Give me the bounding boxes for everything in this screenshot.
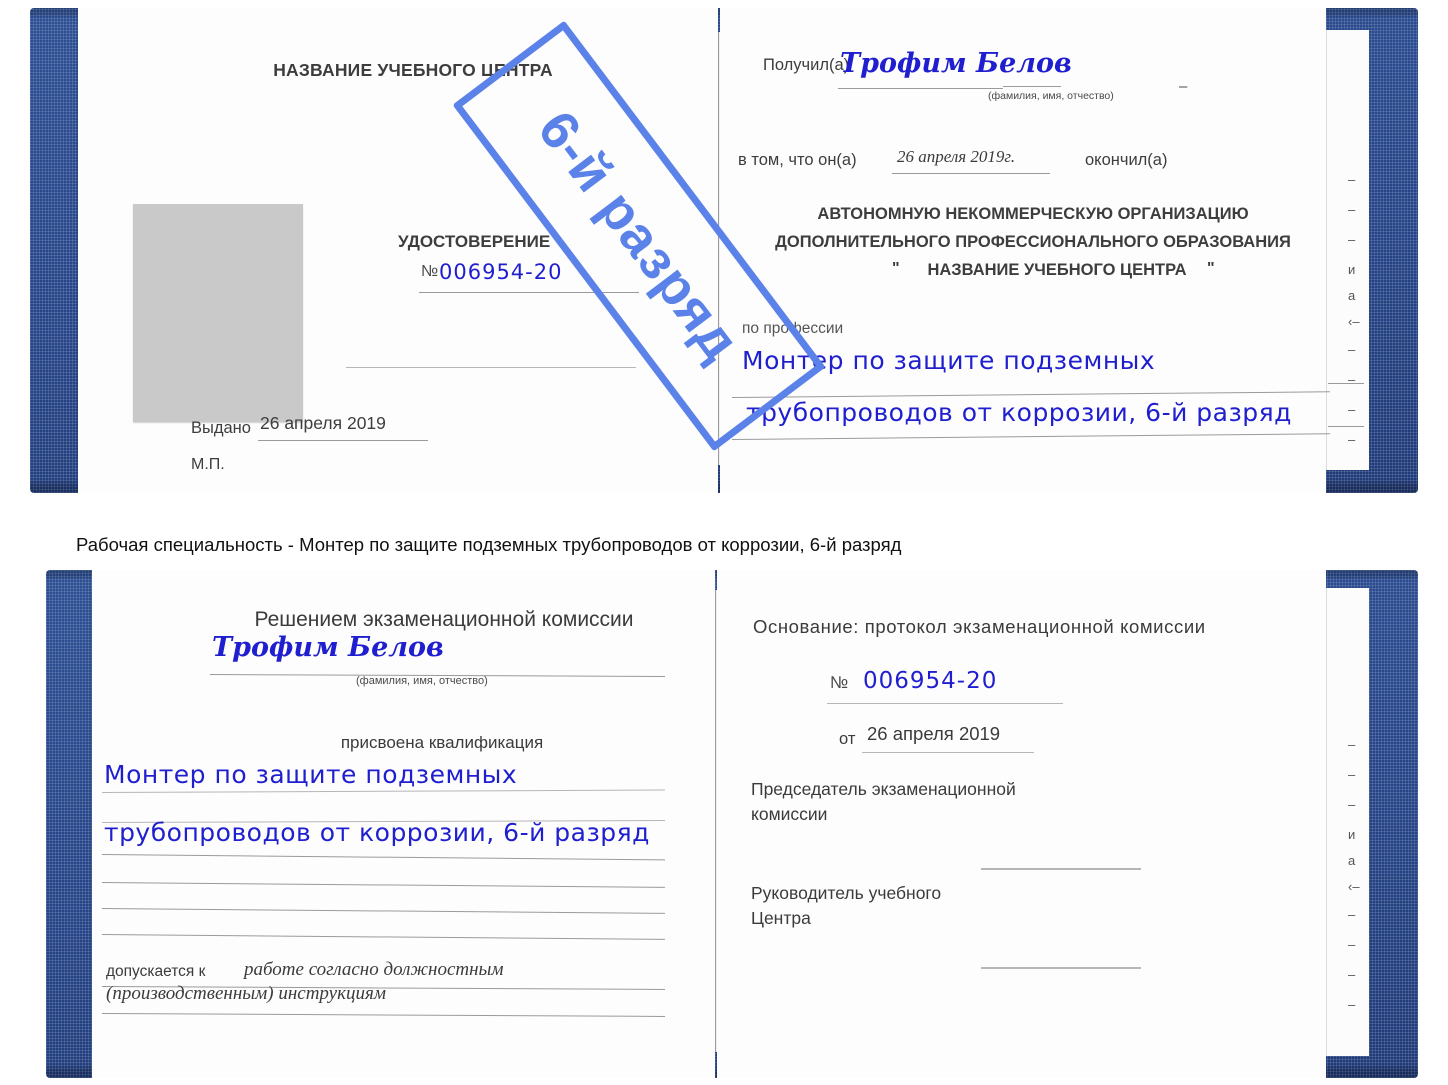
sliver-char: и (1348, 827, 1356, 842)
org-quote-open: " (892, 260, 900, 277)
sliver-rule (1328, 383, 1364, 384)
org-full-name-line-3: НАЗВАНИЕ УЧЕБНОГО ЦЕНТРА (927, 261, 1187, 279)
dash-mark: – (1179, 78, 1188, 95)
sliver-char: ‹– (1348, 314, 1360, 329)
completion-date-value: 26 апреля 2019г. (897, 147, 1016, 166)
that-he-label: в том, что он(а) (738, 151, 857, 169)
holder-name-value: Трофим Белов (212, 632, 444, 663)
sliver-char: – (1348, 937, 1356, 952)
admitted-value-line-1: работе согласно должностным (244, 959, 504, 980)
chairman-label-line-2: комиссии (751, 804, 828, 824)
admitted-rule-2 (101, 1013, 665, 1017)
sliver-char: – (1348, 737, 1356, 752)
document-type-label: УДОСТОВЕРЕНИЕ (398, 232, 551, 251)
protocol-number-symbol: № (830, 673, 849, 692)
basis-label: Основание: протокол экзаменационной коми… (753, 616, 1206, 637)
sliver-char: – (1348, 202, 1356, 217)
issued-underline (258, 440, 428, 441)
protocol-from-underline (862, 752, 1034, 753)
blank-line (346, 367, 636, 368)
fio-hint-inside: (фамилия, имя, отчество) (356, 675, 488, 687)
org-full-name-line-2: ДОПОЛНИТЕЛЬНОГО ПРОФЕССИОНАЛЬНОГО ОБРАЗО… (775, 233, 1291, 251)
protocol-number-value: 006954-20 (863, 668, 998, 694)
blank-ruled-line (101, 882, 665, 888)
protocol-number-underline (827, 703, 1063, 704)
sliver-char: – (1348, 172, 1356, 187)
certificate-inside-book: – – – и а ‹– – – – – Решением экзаменаци… (46, 570, 1418, 1078)
sliver-char: – (1348, 797, 1356, 812)
completion-date-underline (892, 173, 1050, 174)
commission-decision-heading: Решением экзаменационной комиссии (254, 608, 634, 631)
org-full-name-line-1: АВТОНОМНУЮ НЕКОММЕРЧЕСКУЮ ОРГАНИЗАЦИЮ (817, 205, 1249, 223)
sliver-char: – (1348, 767, 1356, 782)
sliver-char: – (1348, 232, 1356, 247)
qualification-value-line-1: Монтер по защите подземных (104, 760, 518, 789)
qualification-label: присвоена квалификация (340, 733, 544, 752)
number-symbol: № (421, 263, 439, 280)
certificate-number-value: 006954-20 (439, 260, 563, 284)
received-name-value: Трофим Белов (840, 48, 1072, 79)
sliver-char: – (1348, 402, 1356, 417)
qualification-rule-1 (101, 789, 665, 793)
issued-date-value: 26 апреля 2019 (260, 413, 386, 433)
qualification-value-line-2: трубопроводов от коррозии, 6-й разряд (104, 818, 650, 847)
chairman-signature-line (981, 868, 1141, 870)
received-underline (838, 88, 1003, 89)
inside-left-page: Решением экзаменационной комиссии Трофим… (92, 570, 715, 1078)
issued-label: Выдано (191, 419, 251, 437)
spine-line-inside (715, 590, 716, 1052)
sliver-char: а (1348, 853, 1356, 868)
sliver-char: – (1348, 997, 1356, 1012)
sliver-bleed-text-inside: – – – и а ‹– – – – – (1348, 738, 1360, 1028)
head-signature-line (981, 967, 1141, 969)
sliver-char: – (1348, 372, 1356, 387)
front-right-page: Получил(а) Трофим Белов (фамилия, имя, о… (720, 8, 1330, 493)
sliver-bleed-text: – – – и а ‹– – – – – (1348, 173, 1360, 463)
inside-right-page: Основание: протокол экзаменационной коми… (717, 570, 1326, 1078)
sliver-char: и (1348, 262, 1356, 277)
admitted-value-line-2: (производственным) инструкциям (106, 983, 386, 1004)
sliver-char: – (1348, 967, 1356, 982)
page-caption: Рабочая специальность - Монтер по защите… (76, 534, 902, 555)
profession-value-line-2: трубопроводов от коррозии, 6-й разряд (746, 398, 1292, 427)
seal-place-label: М.П. (191, 456, 225, 473)
head-label-line-1: Руководитель учебного (751, 883, 942, 903)
blank-ruled-line (101, 908, 665, 914)
qualification-rule-3 (101, 854, 665, 861)
photo-placeholder (133, 204, 303, 422)
profession-rule-2 (731, 433, 1330, 440)
admitted-label: допускается к (106, 963, 206, 980)
chairman-label-line-1: Председатель экзаменационной (751, 779, 1016, 799)
sliver-char: ‹– (1348, 879, 1360, 894)
org-quote-close: " (1207, 260, 1215, 277)
sliver-char: – (1348, 907, 1356, 922)
profession-rule-1 (731, 391, 1330, 398)
received-underline-ext (1003, 86, 1061, 87)
sliver-char: – (1348, 342, 1356, 357)
finished-label: окончил(а) (1085, 151, 1168, 169)
sliver-char: а (1348, 288, 1356, 303)
blank-ruled-line (101, 934, 665, 940)
fio-hint: (фамилия, имя, отчество) (988, 90, 1114, 102)
head-label-line-2: Центра (751, 908, 811, 928)
protocol-from-value: 26 апреля 2019 (867, 723, 1001, 744)
received-label: Получил(а) (763, 56, 850, 74)
certificate-front-book: – – – и а ‹– – – – – НАЗВАНИЕ УЧЕБНОГО Ц… (30, 8, 1418, 493)
protocol-from-label: от (839, 730, 856, 748)
sliver-char: – (1348, 432, 1356, 447)
sliver-rule (1328, 426, 1364, 427)
